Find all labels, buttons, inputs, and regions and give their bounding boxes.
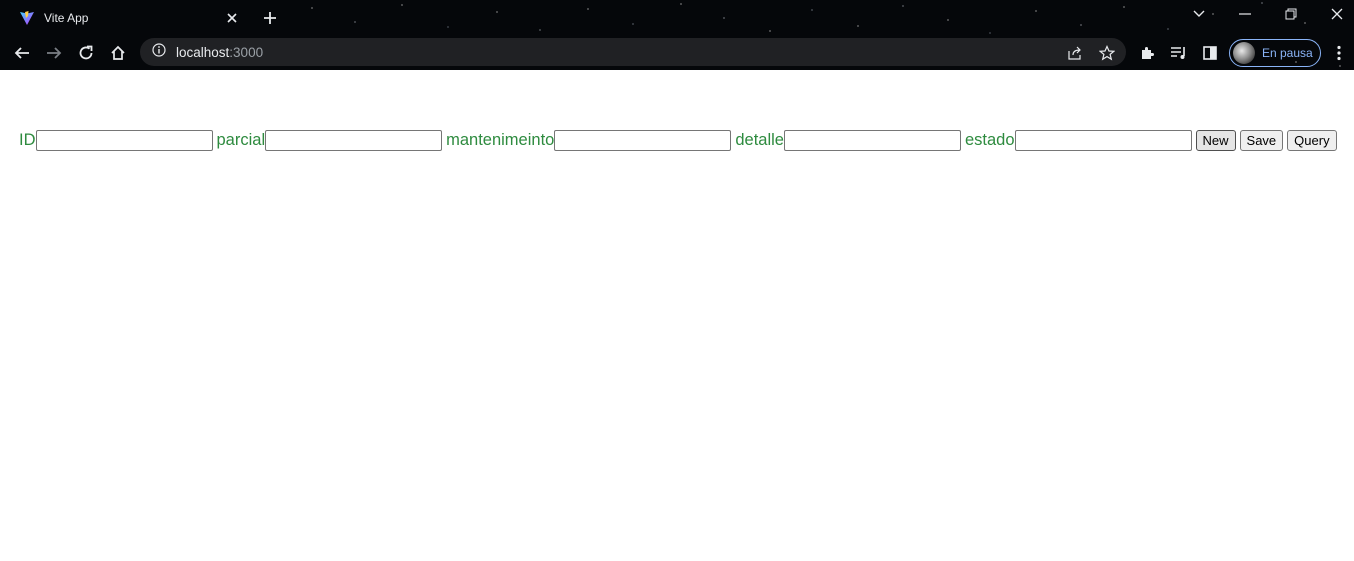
id-input[interactable]: [35, 130, 213, 151]
tab-search-chevron-icon[interactable]: [1187, 4, 1211, 24]
minimize-icon[interactable]: [1233, 4, 1257, 24]
query-button[interactable]: Query: [1287, 130, 1337, 151]
id-label: ID: [19, 131, 36, 149]
tab-close-icon[interactable]: [224, 10, 240, 26]
share-icon[interactable]: [1066, 44, 1084, 62]
record-form: ID parcial mantenimeinto detalle estado …: [19, 130, 1337, 151]
side-panel-icon[interactable]: [1197, 40, 1223, 66]
extensions-puzzle-icon[interactable]: [1134, 40, 1160, 66]
new-button[interactable]: New: [1195, 130, 1236, 151]
page-content: ID parcial mantenimeinto detalle estado …: [0, 70, 1354, 561]
estado-input[interactable]: [1014, 130, 1192, 151]
estado-label: estado: [964, 131, 1015, 149]
reload-icon[interactable]: [73, 40, 99, 66]
detalle-input[interactable]: [783, 130, 961, 151]
forward-arrow-icon[interactable]: [41, 40, 67, 66]
url-host: localhost: [176, 44, 230, 60]
avatar: [1233, 42, 1255, 64]
tab-title: Vite App: [44, 11, 89, 25]
close-window-icon[interactable]: [1325, 4, 1349, 24]
new-tab-plus-icon[interactable]: [260, 8, 280, 28]
kebab-menu-icon[interactable]: [1326, 40, 1352, 66]
back-arrow-icon[interactable]: [9, 40, 35, 66]
vite-logo-icon: [18, 9, 36, 27]
restore-icon[interactable]: [1279, 4, 1303, 24]
home-icon[interactable]: [105, 40, 131, 66]
address-bar[interactable]: localhost:3000: [140, 38, 1126, 66]
save-button[interactable]: Save: [1239, 130, 1284, 151]
parcial-input[interactable]: [265, 130, 443, 151]
detalle-label: detalle: [735, 131, 784, 149]
mantenimiento-input[interactable]: [554, 130, 732, 151]
mantenimiento-label: mantenimeinto: [446, 131, 555, 149]
profile-status-label: En pausa: [1262, 46, 1313, 60]
site-info-icon[interactable]: [152, 42, 166, 62]
parcial-label: parcial: [216, 131, 266, 149]
browser-chrome: Vite App localhost:3000 En pausa: [0, 0, 1354, 70]
url-port: :3000: [229, 44, 264, 60]
media-control-icon[interactable]: [1166, 40, 1192, 66]
browser-tab[interactable]: Vite App: [8, 3, 248, 33]
browser-toolbar: localhost:3000 En pausa: [0, 36, 1354, 70]
bookmark-star-icon[interactable]: [1098, 44, 1116, 62]
profile-button[interactable]: En pausa: [1229, 39, 1321, 67]
